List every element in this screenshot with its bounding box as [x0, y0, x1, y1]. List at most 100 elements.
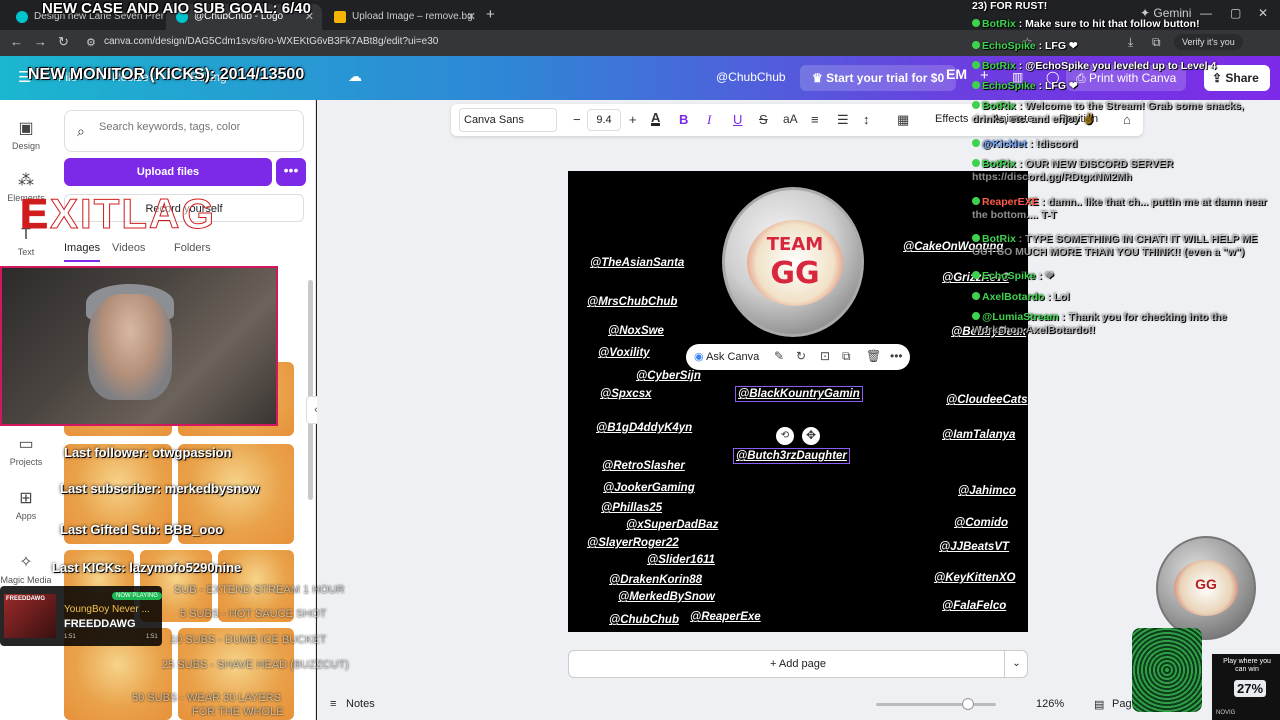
- name-label[interactable]: @CloudeeCats: [946, 394, 1028, 406]
- lock-icon[interactable]: ⊡: [820, 349, 830, 363]
- ask-canva-button[interactable]: ◉ Ask Canva: [694, 350, 759, 363]
- chat-badge-icon: [972, 139, 980, 147]
- name-label[interactable]: @RetroSlasher: [602, 460, 685, 472]
- decrease-font-icon[interactable]: −: [573, 112, 581, 127]
- fidget-toy: [1132, 628, 1202, 712]
- start-trial-button[interactable]: ♛ Start your trial for $0: [800, 65, 957, 91]
- rail-item-magic-media[interactable]: ✧ Magic Media: [0, 552, 52, 585]
- ad-percent: 27%: [1234, 680, 1267, 697]
- now-playing-badge: NOW PLAYING: [112, 592, 162, 600]
- add-page-button[interactable]: + Add page: [568, 650, 1028, 678]
- rotate-icon[interactable]: ↻: [796, 349, 806, 363]
- url-field[interactable]: canva.com/design/DAG5Cdm1svs/6ro-WXEKtG6…: [104, 36, 438, 47]
- name-label[interactable]: @B1gD4ddyK4yn: [596, 422, 692, 434]
- reload-icon[interactable]: ↻: [58, 34, 69, 50]
- search-box[interactable]: ⌕: [64, 110, 304, 152]
- last-subscriber: Last subscriber: merkedbysnow: [60, 481, 260, 496]
- font-size-input[interactable]: 9.4: [587, 109, 621, 131]
- spacing-icon[interactable]: ↕: [863, 112, 870, 127]
- name-label[interactable]: @CyberSijn: [636, 370, 701, 382]
- chevron-down-icon[interactable]: ⌄: [1004, 650, 1028, 678]
- notes-icon[interactable]: ≡: [330, 698, 336, 710]
- chat-message: EchoSpike : LFG ❤: [972, 80, 1272, 93]
- chat-username: @Kicklet: [982, 138, 1027, 150]
- team-gg-coin-logo[interactable]: TEAM GG: [722, 187, 864, 337]
- browser-tab-3[interactable]: Upload Image – remove.bg ✕: [324, 4, 484, 30]
- tab-videos[interactable]: Videos: [112, 242, 145, 254]
- zoom-slider-handle[interactable]: [962, 698, 974, 710]
- tab-images[interactable]: Images: [64, 242, 101, 262]
- close-tab-icon[interactable]: ✕: [467, 10, 476, 23]
- transparency-icon[interactable]: ▦: [897, 112, 909, 128]
- more-options-icon[interactable]: •••: [890, 349, 903, 363]
- italic-icon[interactable]: I: [707, 112, 711, 128]
- name-label[interactable]: @TheAsianSanta: [590, 257, 684, 269]
- name-label[interactable]: @Voxility: [598, 347, 650, 359]
- chat-username: @LumiaStream: [982, 311, 1059, 323]
- name-label[interactable]: @Jahimco: [958, 485, 1016, 497]
- new-tab-icon[interactable]: +: [486, 6, 495, 23]
- notes-button[interactable]: Notes: [346, 698, 375, 710]
- chat-username: BotRix: [982, 158, 1016, 170]
- underline-icon[interactable]: U: [733, 112, 742, 127]
- search-icon: ⌕: [77, 123, 85, 139]
- name-label[interactable]: @NoxSwe: [608, 325, 664, 337]
- track-duration: 1:51: [146, 634, 158, 640]
- name-label[interactable]: @SlayerRoger22: [587, 537, 679, 549]
- user-handle[interactable]: @ChubChub: [716, 70, 786, 84]
- avatar[interactable]: EM: [946, 66, 974, 90]
- list-icon[interactable]: ☰: [837, 112, 849, 128]
- rail-item-apps[interactable]: ⊞ Apps: [0, 488, 52, 521]
- forward-icon[interactable]: →: [34, 34, 47, 49]
- rail-item-design[interactable]: ▣ Design: [0, 118, 52, 151]
- increase-font-icon[interactable]: +: [629, 112, 637, 127]
- rail-item-projects[interactable]: ▭ Projects: [0, 434, 52, 467]
- more-upload-options-icon[interactable]: •••: [276, 158, 306, 186]
- name-label[interactable]: @Slider1611: [647, 554, 715, 566]
- name-label[interactable]: @IamTalanya: [942, 429, 1015, 441]
- back-icon[interactable]: ←: [10, 34, 23, 49]
- letter-case-icon[interactable]: aA: [783, 112, 798, 126]
- bold-icon[interactable]: B: [679, 112, 688, 127]
- tab-folders[interactable]: Folders: [174, 242, 211, 254]
- align-icon[interactable]: ≡: [811, 112, 819, 127]
- duplicate-icon[interactable]: ⧉: [842, 349, 851, 364]
- name-label[interactable]: @Comido: [954, 517, 1008, 529]
- name-label[interactable]: @Spxcsx: [600, 388, 652, 400]
- name-label[interactable]: @Phillas25: [601, 502, 662, 514]
- site-info-icon[interactable]: ⚙: [86, 36, 96, 49]
- font-family-select[interactable]: Canva Sans: [459, 108, 557, 132]
- rotate-handle-icon[interactable]: ⟲: [776, 427, 794, 445]
- name-label[interactable]: @FalaFelco: [942, 600, 1006, 612]
- stream-chat: 23) FOR RUST! BotRix : Make sure to hit t…: [972, 0, 1280, 360]
- search-input[interactable]: [99, 121, 295, 133]
- name-label[interactable]: @DrakenKorin88: [609, 574, 702, 586]
- name-label[interactable]: @KeyKittenXO: [934, 572, 1016, 584]
- effects-button[interactable]: Effects: [935, 113, 968, 125]
- name-label[interactable]: @ReaperExe: [690, 611, 761, 623]
- coin-text-team: TEAM: [766, 234, 824, 255]
- name-label[interactable]: @JJBeatsVT: [939, 541, 1009, 553]
- name-label[interactable]: @xSuperDadBaz: [626, 519, 718, 531]
- name-label[interactable]: @JookerGaming: [603, 482, 695, 494]
- delete-icon[interactable]: 🗑: [866, 349, 881, 363]
- magic-edit-icon[interactable]: ✎: [774, 349, 784, 363]
- move-handle-icon[interactable]: ✥: [802, 427, 820, 445]
- zoom-level[interactable]: 126%: [1036, 698, 1064, 710]
- upload-files-button[interactable]: Upload files: [64, 158, 272, 186]
- zoom-slider[interactable]: [876, 703, 996, 706]
- panel-scrollbar[interactable]: [308, 280, 313, 500]
- folder-icon: ▭: [18, 436, 34, 453]
- name-label[interactable]: @MrsChubChub: [587, 296, 677, 308]
- strikethrough-icon[interactable]: S: [759, 112, 768, 127]
- design-canvas[interactable]: TEAM GG @TheAsianSanta @MrsChubChub @NoxSw…: [568, 171, 1028, 632]
- selected-name-label[interactable]: @Butch3rzDaughter: [733, 448, 850, 464]
- text-color-icon[interactable]: A: [651, 111, 661, 126]
- selected-name-label[interactable]: @BlackKountryGamin: [735, 386, 863, 402]
- chat-badge-icon: [972, 61, 980, 69]
- name-label[interactable]: @ChubChub: [609, 614, 679, 626]
- chat-badge-icon: [972, 81, 980, 89]
- pages-icon[interactable]: ▤: [1094, 698, 1104, 711]
- name-label[interactable]: @MerkedBySnow: [618, 591, 715, 603]
- case-sub-goal: NEW CASE AND AIO SUB GOAL: 6/40: [42, 0, 311, 17]
